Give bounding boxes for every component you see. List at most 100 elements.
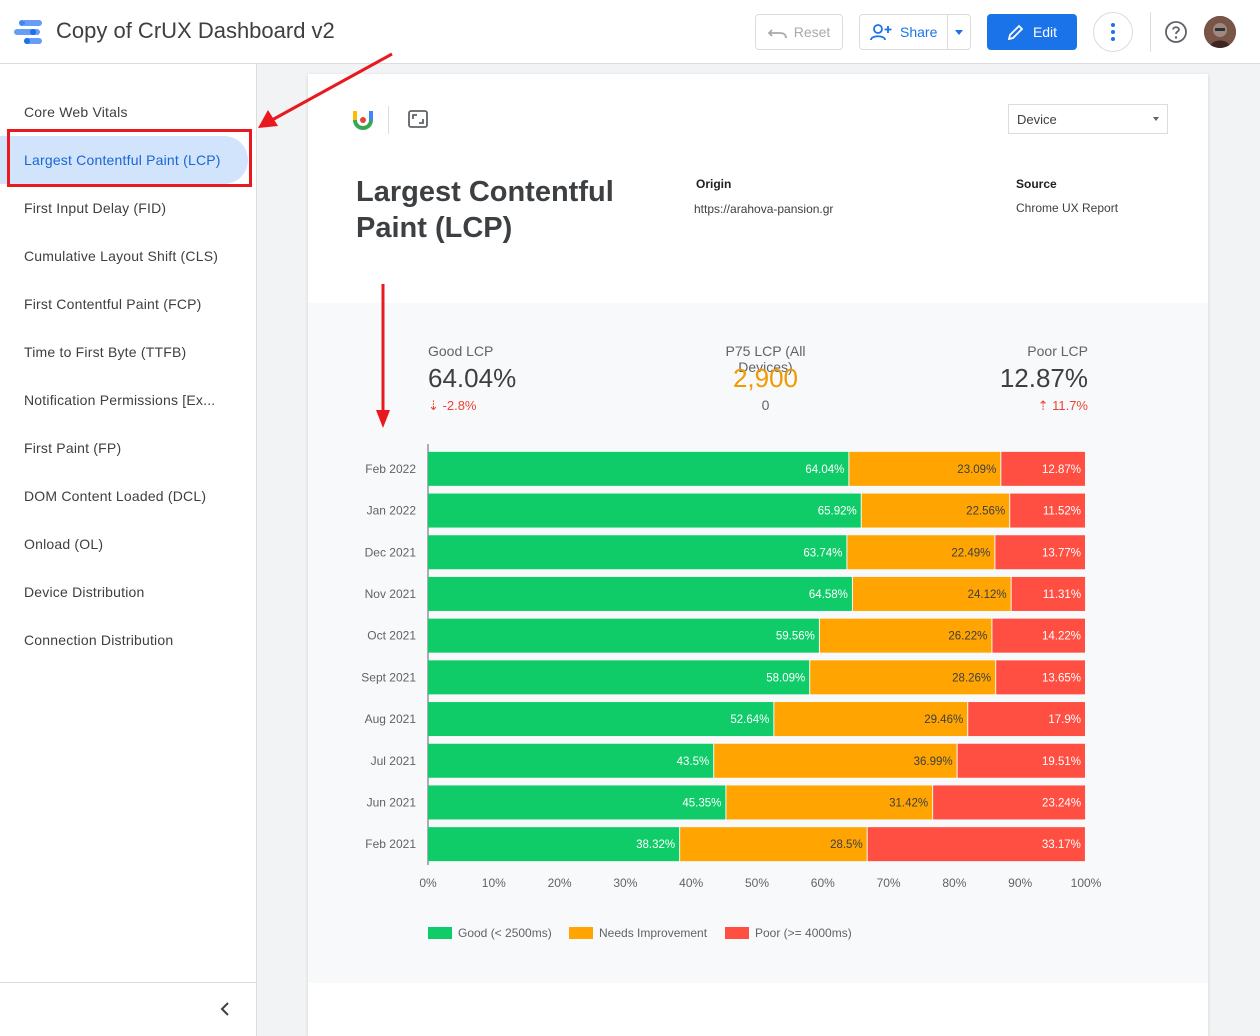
x-tick-label: 10% [482,876,506,890]
bar-segment-good [428,618,819,653]
data-label-poor: 14.22% [1042,631,1081,643]
data-label-good: 38.32% [636,839,675,851]
undo-icon [767,29,787,39]
sidebar-item-onload[interactable]: Onload (OL) [0,520,248,568]
user-photo-icon [1204,16,1236,48]
share-button[interactable]: Share [860,15,949,49]
data-label-needs-improvement: 22.49% [951,547,990,559]
edit-button[interactable]: Edit [987,14,1077,50]
top-bar: Copy of CrUX Dashboard v2 Reset Share Ed… [0,0,1260,64]
sidebar-item-cls[interactable]: Cumulative Layout Shift (CLS) [0,232,248,280]
data-label-good: 59.56% [776,631,815,643]
toolbar-divider [1150,12,1151,52]
legend-swatch-poor [725,927,749,939]
x-tick-label: 80% [942,876,966,890]
sidebar-item-notification-permissions[interactable]: Notification Permissions [Ex... [0,376,248,424]
x-tick-label: 0% [419,876,437,890]
data-label-needs-improvement: 36.99% [914,756,953,768]
sidebar-item-dcl[interactable]: DOM Content Loaded (DCL) [0,472,248,520]
sidebar-item-fid[interactable]: First Input Delay (FID) [0,184,248,232]
sidebar-item-fcp[interactable]: First Contentful Paint (FCP) [0,280,248,328]
data-label-poor: 11.31% [1043,589,1081,601]
data-label-needs-improvement: 23.09% [957,464,996,476]
data-label-needs-improvement: 31.42% [889,797,928,809]
data-label-good: 52.64% [730,714,769,726]
data-label-poor: 12.87% [1042,464,1081,476]
sidebar-item-ttfb[interactable]: Time to First Byte (TTFB) [0,328,248,376]
data-label-good: 64.58% [809,589,848,601]
legend-label-poor: Poor (>= 4000ms) [755,926,852,940]
data-label-poor: 17.9% [1048,714,1081,726]
bar-segment-good [428,535,847,570]
share-label: Share [900,24,938,40]
data-label-poor: 13.65% [1042,672,1081,684]
lcp-distribution-chart: Feb 2022 64.04% 23.09% 12.87% Jan 2022 65.92%… [361,444,1102,890]
reset-label: Reset [793,24,831,40]
more-options-button[interactable] [1093,12,1133,52]
bar-segment-good [428,576,852,611]
y-tick-label: Jan 2022 [367,504,417,518]
data-label-poor: 19.51% [1042,756,1081,768]
page-navigation-sidebar: Core Web Vitals Largest Contentful Paint… [0,64,257,1036]
y-tick-label: Nov 2021 [365,587,417,601]
y-tick-label: Dec 2021 [365,545,417,559]
bar-segment-good [428,785,726,820]
sidebar-item-fp[interactable]: First Paint (FP) [0,424,248,472]
report-title[interactable]: Copy of CrUX Dashboard v2 [56,18,335,44]
pencil-icon [1007,24,1024,41]
data-label-needs-improvement: 28.5% [830,839,863,851]
person-add-icon [870,24,892,40]
data-label-poor: 13.77% [1042,547,1081,559]
avatar[interactable] [1204,16,1236,48]
edit-label: Edit [1032,24,1058,40]
data-label-needs-improvement: 29.46% [924,714,963,726]
bar-segment-good [428,660,810,695]
help-icon[interactable] [1164,20,1188,44]
x-tick-label: 50% [745,876,769,890]
y-tick-label: Jun 2021 [367,795,417,809]
x-tick-label: 70% [877,876,901,890]
sidebar-item-device-distribution[interactable]: Device Distribution [0,568,248,616]
bar-segment-good [428,493,861,528]
data-label-good: 58.09% [766,672,805,684]
x-tick-label: 60% [811,876,835,890]
sidebar-footer [0,982,256,1036]
chevron-left-icon[interactable] [216,999,236,1019]
bar-segment-good [428,451,849,486]
data-label-poor: 23.24% [1042,797,1081,809]
bar-segment-good [428,743,714,778]
x-tick-label: 20% [548,876,572,890]
y-tick-label: Aug 2021 [365,712,417,726]
legend-swatch-good [428,927,452,939]
data-label-needs-improvement: 22.56% [966,506,1005,518]
reset-button[interactable]: Reset [755,14,843,50]
sidebar-item-connection-distribution[interactable]: Connection Distribution [0,616,248,664]
more-vert-icon [1111,23,1115,41]
y-tick-label: Jul 2021 [371,754,417,768]
report-canvas: Device Largest Contentful Paint (LCP) Or… [308,74,1208,1036]
data-label-good: 43.5% [677,756,710,768]
legend-item-needs-improvement: Needs Improvement [569,926,707,940]
x-tick-label: 40% [679,876,703,890]
y-tick-label: Feb 2021 [365,837,416,851]
y-tick-label: Sept 2021 [361,670,416,684]
data-studio-logo-icon[interactable] [12,18,44,46]
bar-segment-good [428,702,774,737]
legend-item-poor: Poor (>= 4000ms) [725,926,852,940]
data-label-needs-improvement: 26.22% [948,631,987,643]
share-dropdown-button[interactable] [948,15,970,49]
data-label-good: 45.35% [682,797,721,809]
y-tick-label: Feb 2022 [365,462,416,476]
share-button-group: Share [859,14,971,50]
legend-label-good: Good (< 2500ms) [458,926,552,940]
data-label-good: 65.92% [818,506,857,518]
data-label-poor: 33.17% [1042,839,1081,851]
data-label-poor: 11.52% [1043,506,1081,518]
data-label-good: 63.74% [803,547,842,559]
x-tick-label: 90% [1008,876,1032,890]
data-label-needs-improvement: 24.12% [968,589,1007,601]
annotation-highlight-box [7,129,252,187]
x-tick-label: 100% [1071,876,1102,890]
y-tick-label: Oct 2021 [367,629,416,643]
data-label-good: 64.04% [805,464,844,476]
